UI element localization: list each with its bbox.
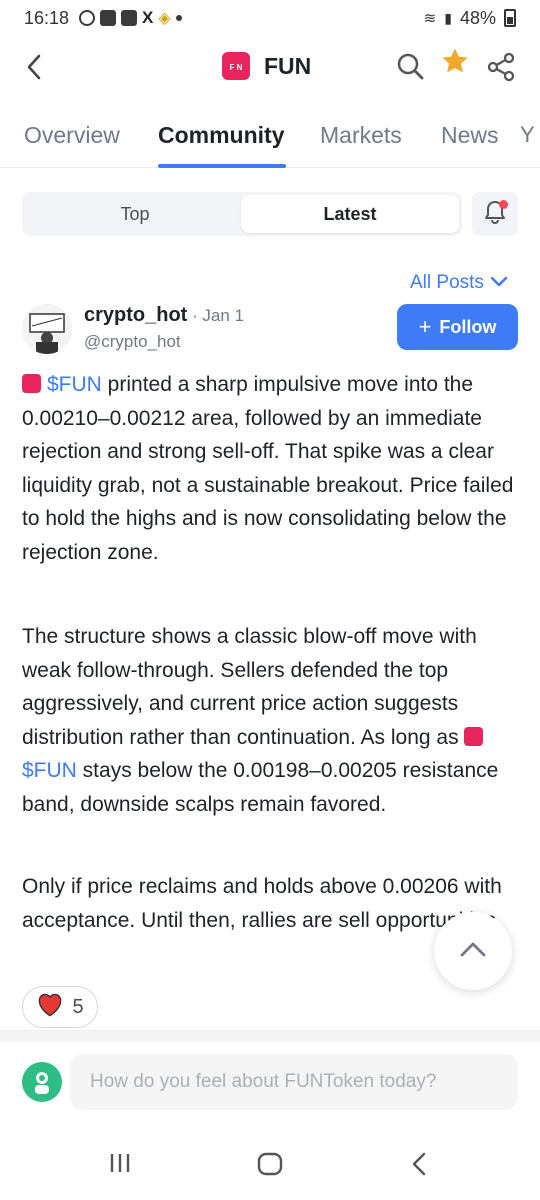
sort-segment-control: Top Latest	[22, 192, 462, 236]
author-username[interactable]: crypto_hot	[84, 304, 187, 327]
post-date: · Jan 1	[192, 306, 244, 325]
signal-icon: ▮	[444, 9, 452, 26]
scroll-to-top-button[interactable]	[434, 912, 512, 990]
fun-token-icon	[22, 374, 41, 393]
x-icon: X	[142, 8, 154, 27]
post-text: Only if price reclaims and holds above 0…	[22, 875, 502, 932]
home-icon[interactable]	[257, 1152, 283, 1181]
cashtag-link[interactable]: $FUN	[22, 759, 77, 782]
notification-bell-button[interactable]	[472, 192, 518, 236]
app-header: F N FUN	[0, 44, 540, 94]
more-dot-icon	[175, 15, 182, 21]
recent-apps-icon[interactable]	[108, 1152, 132, 1179]
youtube-icon	[100, 10, 117, 26]
battery-icon	[504, 9, 516, 27]
active-tab-indicator	[158, 164, 286, 168]
back-nav-icon[interactable]	[410, 1152, 428, 1181]
fun-token-icon	[464, 726, 484, 746]
binance-icon: ◈	[158, 10, 171, 27]
chevron-down-icon	[490, 272, 508, 294]
cashtag-link[interactable]: $FUN	[47, 373, 102, 396]
chevron-up-icon	[459, 940, 487, 963]
plus-icon: +	[418, 314, 432, 339]
token-title: F N FUN	[222, 52, 311, 80]
post-paragraph-1: $FUN printed a sharp impulsive move into…	[22, 368, 522, 569]
system-nav-bar	[0, 1138, 540, 1200]
section-divider	[0, 1030, 540, 1042]
tab-bar: Overview Community Markets News Y	[0, 112, 540, 168]
tab-overflow-indicator: Y	[520, 122, 535, 147]
notification-icons: X ◈	[79, 8, 182, 28]
status-time: 16:18	[24, 7, 70, 28]
post-text: stays below the 0.00198–0.00205 resistan…	[22, 759, 499, 816]
back-chevron-icon[interactable]	[24, 52, 44, 86]
favorite-star-icon[interactable]	[440, 46, 470, 84]
status-bar: 16:18 X ◈ ≋ ▮ 48%	[0, 0, 540, 36]
all-posts-filter[interactable]: All Posts	[410, 272, 508, 294]
segment-latest[interactable]: Latest	[241, 195, 459, 233]
post-paragraph-2: The structure shows a classic blow-off m…	[22, 620, 522, 821]
follow-button[interactable]: + Follow	[397, 304, 518, 350]
whatsapp-icon	[79, 10, 96, 26]
like-reaction-button[interactable]: 5	[22, 986, 98, 1028]
tab-community[interactable]: Community	[158, 122, 285, 149]
segment-top[interactable]: Top	[26, 195, 244, 233]
reaction-count: 5	[72, 995, 84, 1018]
svg-text:F N: F N	[230, 63, 243, 72]
heart-icon	[36, 991, 64, 1023]
all-posts-label: All Posts	[410, 272, 484, 293]
author-avatar[interactable]	[22, 304, 72, 354]
fun-token-logo-icon: F N	[222, 52, 250, 80]
compose-post-input[interactable]	[70, 1054, 518, 1110]
author-handle: @crypto_hot	[84, 332, 181, 351]
post-text: printed a sharp impulsive move into the …	[22, 373, 514, 564]
search-icon[interactable]	[396, 52, 424, 80]
follow-label: Follow	[439, 316, 497, 337]
share-icon[interactable]	[486, 52, 516, 82]
tab-overview[interactable]: Overview	[24, 122, 120, 149]
tab-news[interactable]: News	[441, 122, 499, 149]
page-title: FUN	[264, 52, 312, 79]
gallery-icon	[121, 10, 138, 26]
post-text: The structure shows a classic blow-off m…	[22, 625, 477, 749]
battery-percent: 48%	[459, 7, 496, 28]
user-avatar[interactable]	[22, 1062, 62, 1102]
tab-markets[interactable]: Markets	[320, 122, 402, 149]
wifi-icon: ≋	[423, 10, 437, 27]
notification-dot	[499, 200, 508, 209]
